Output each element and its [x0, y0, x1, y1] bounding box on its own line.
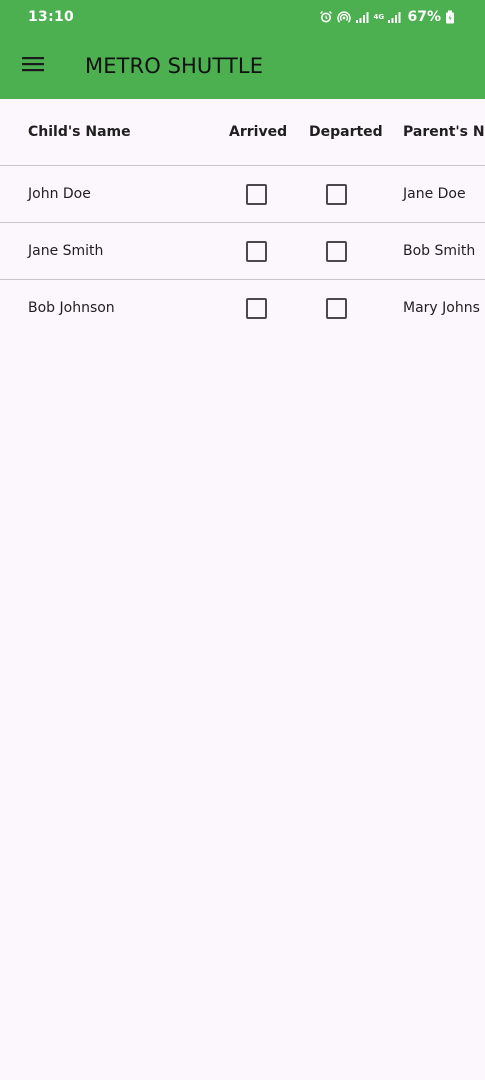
- parent-name-cell: Mary Johns: [403, 300, 480, 316]
- battery-text: 67%: [407, 9, 441, 25]
- app-bar: 13:10 4G 67% METRO SHUTTLE: [0, 0, 485, 99]
- child-name-cell: Bob Johnson: [28, 300, 115, 316]
- alarm-icon: [319, 10, 333, 24]
- status-icons: 4G 67%: [319, 7, 459, 27]
- parent-name-cell: Bob Smith: [403, 243, 476, 259]
- app-title: METRO SHUTTLE: [85, 54, 264, 78]
- departed-cell: [326, 223, 347, 279]
- 4g-icon: 4G: [373, 12, 385, 21]
- departed-checkbox[interactable]: [326, 183, 347, 205]
- departed-checkbox[interactable]: [326, 240, 347, 262]
- departed-cell: [326, 280, 347, 336]
- arrived-checkbox[interactable]: [246, 297, 267, 319]
- departed-cell: [326, 166, 347, 222]
- parent-name-cell: Jane Doe: [403, 186, 466, 202]
- arrived-cell: [246, 280, 267, 336]
- table-row: Bob Johnson Mary Johns: [0, 280, 485, 336]
- arrived-checkbox[interactable]: [246, 183, 267, 205]
- departed-checkbox[interactable]: [326, 297, 347, 319]
- menu-icon: [22, 56, 44, 76]
- arrived-checkbox[interactable]: [246, 240, 267, 262]
- arrived-cell: [246, 166, 267, 222]
- arrived-cell: [246, 223, 267, 279]
- column-header-departed: Departed: [309, 124, 383, 140]
- column-header-child-name: Child's Name: [28, 124, 131, 140]
- column-header-parent-name: Parent's Na: [403, 124, 485, 140]
- signal-icon: [387, 10, 401, 24]
- table-row: Jane Smith Bob Smith: [0, 223, 485, 280]
- signal-icon: [355, 10, 369, 24]
- attendance-table: Child's Name Arrived Departed Parent's N…: [0, 99, 485, 336]
- status-bar: 13:10 4G 67%: [0, 0, 485, 36]
- battery-icon: [445, 10, 459, 24]
- table-row: John Doe Jane Doe: [0, 166, 485, 223]
- menu-button[interactable]: [16, 50, 50, 82]
- status-time: 13:10: [28, 9, 75, 25]
- column-header-arrived: Arrived: [229, 124, 288, 140]
- table-header-row: Child's Name Arrived Departed Parent's N…: [0, 99, 485, 166]
- child-name-cell: Jane Smith: [28, 243, 104, 259]
- hotspot-icon: [337, 10, 352, 24]
- child-name-cell: John Doe: [28, 186, 91, 202]
